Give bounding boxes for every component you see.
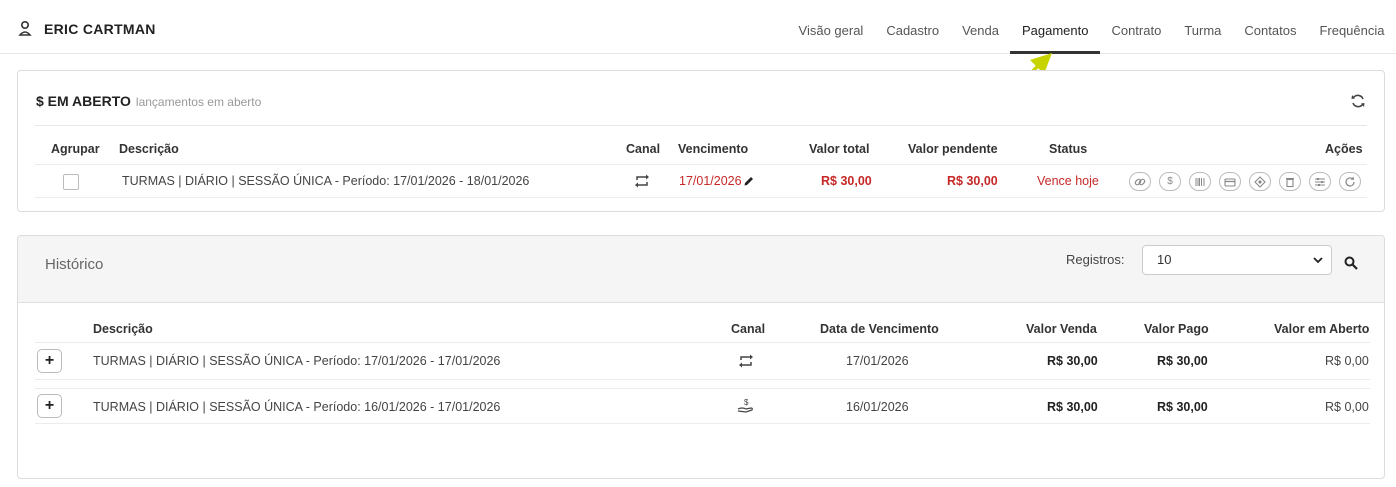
row-descricao: TURMAS | DIÁRIO | SESSÃO ÚNICA - Período… xyxy=(93,400,501,414)
recurring-icon xyxy=(739,354,753,368)
row-data-vencimento: 17/01/2026 xyxy=(846,354,909,368)
row-descricao: TURMAS | DIÁRIO | SESSÃO ÚNICA - Período… xyxy=(122,174,530,188)
tab-venda[interactable]: Venda xyxy=(951,0,1011,54)
tab-cadastro[interactable]: Cadastro xyxy=(875,0,951,54)
column-valor-pago: Valor Pago xyxy=(1144,322,1209,336)
row-divider xyxy=(35,423,1370,424)
row-descricao: TURMAS | DIÁRIO | SESSÃO ÚNICA - Período… xyxy=(93,354,501,368)
agrupar-checkbox[interactable] xyxy=(63,174,79,190)
row-valor-pago: R$ 30,00 xyxy=(1157,400,1208,414)
row-vencimento: 17/01/2026 xyxy=(679,174,742,188)
pix-icon[interactable] xyxy=(1249,172,1271,191)
row-valor-pendente: R$ 30,00 xyxy=(947,174,998,188)
link-icon[interactable] xyxy=(1129,172,1151,191)
adjust-icon[interactable] xyxy=(1309,172,1331,191)
column-data-vencimento: Data de Vencimento xyxy=(820,322,939,336)
column-valor-pendente: Valor pendente xyxy=(908,142,998,156)
history-title: Histórico xyxy=(45,256,104,273)
user-icon xyxy=(18,20,32,36)
history-panel: Histórico Registros: 10 Descrição Canal … xyxy=(17,235,1385,479)
column-descricao: Descrição xyxy=(119,142,179,156)
row-valor-total: R$ 30,00 xyxy=(821,174,872,188)
registros-value: 10 xyxy=(1157,252,1172,267)
row-status: Vence hoje xyxy=(1037,174,1099,188)
column-canal: Canal xyxy=(626,142,661,156)
expand-button[interactable]: + xyxy=(37,349,62,373)
edit-pencil-icon[interactable] xyxy=(743,175,755,187)
row-valor-pago: R$ 30,00 xyxy=(1157,354,1208,368)
refresh-icon[interactable] xyxy=(1350,93,1366,109)
open-items-title: $ EM ABERTO xyxy=(36,93,131,109)
expand-button[interactable]: + xyxy=(37,394,62,418)
row-actions: $ xyxy=(1129,172,1361,191)
user-name: ERIC CARTMAN xyxy=(44,21,156,37)
tab-pagamento[interactable]: Pagamento xyxy=(1010,0,1100,54)
column-valor-total: Valor total xyxy=(809,142,870,156)
column-vencimento: Vencimento xyxy=(678,142,749,156)
open-items-panel: $ EM ABERTO lançamentos em aberto Agrupa… xyxy=(17,70,1385,212)
tab-contatos[interactable]: Contatos xyxy=(1233,0,1308,54)
barcode-icon[interactable] xyxy=(1189,172,1211,191)
history-header: Histórico Registros: 10 xyxy=(18,236,1384,303)
row-divider xyxy=(35,197,1367,198)
refresh-action-icon[interactable] xyxy=(1339,172,1361,191)
row-divider xyxy=(35,342,1370,343)
credit-card-icon[interactable] xyxy=(1219,172,1241,191)
row-data-vencimento: 16/01/2026 xyxy=(846,400,909,414)
row-divider xyxy=(35,379,1370,380)
chevron-down-icon xyxy=(1313,257,1323,264)
divider xyxy=(35,125,1367,126)
registros-label: Registros: xyxy=(1066,252,1125,267)
search-icon[interactable] xyxy=(1344,256,1358,270)
row-valor-aberto: R$ 0,00 xyxy=(1325,400,1369,414)
row-divider xyxy=(35,388,1370,389)
column-valor-venda: Valor Venda xyxy=(1026,322,1097,336)
user-block: ERIC CARTMAN xyxy=(18,20,156,38)
tab-bar: Visão geral Cadastro Venda Pagamento Con… xyxy=(787,0,1396,54)
svg-text:$: $ xyxy=(744,398,749,407)
tab-turma[interactable]: Turma xyxy=(1173,0,1233,54)
row-valor-aberto: R$ 0,00 xyxy=(1325,354,1369,368)
tab-contrato[interactable]: Contrato xyxy=(1100,0,1173,54)
row-valor-venda: R$ 30,00 xyxy=(1047,400,1098,414)
column-agrupar: Agrupar xyxy=(51,142,100,156)
row-divider xyxy=(35,164,1367,165)
dollar-icon[interactable]: $ xyxy=(1159,172,1181,191)
column-valor-aberto: Valor em Aberto xyxy=(1274,322,1370,336)
column-acoes: Ações xyxy=(1325,142,1363,156)
trash-icon[interactable] xyxy=(1279,172,1301,191)
open-items-subtitle: lançamentos em aberto xyxy=(135,95,262,109)
tab-visao-geral[interactable]: Visão geral xyxy=(787,0,875,54)
column-descricao: Descrição xyxy=(93,322,153,336)
column-status: Status xyxy=(1049,142,1088,156)
registros-select[interactable]: 10 xyxy=(1142,245,1332,275)
tab-frequencia[interactable]: Frequência xyxy=(1308,0,1396,54)
open-items-header: $ EM ABERTO lançamentos em aberto xyxy=(36,93,261,109)
hand-money-icon: $ xyxy=(737,398,753,413)
top-bar: ERIC CARTMAN Visão geral Cadastro Venda … xyxy=(0,0,1396,54)
row-valor-venda: R$ 30,00 xyxy=(1047,354,1098,368)
recurring-icon xyxy=(635,174,649,188)
column-canal: Canal xyxy=(731,322,766,336)
